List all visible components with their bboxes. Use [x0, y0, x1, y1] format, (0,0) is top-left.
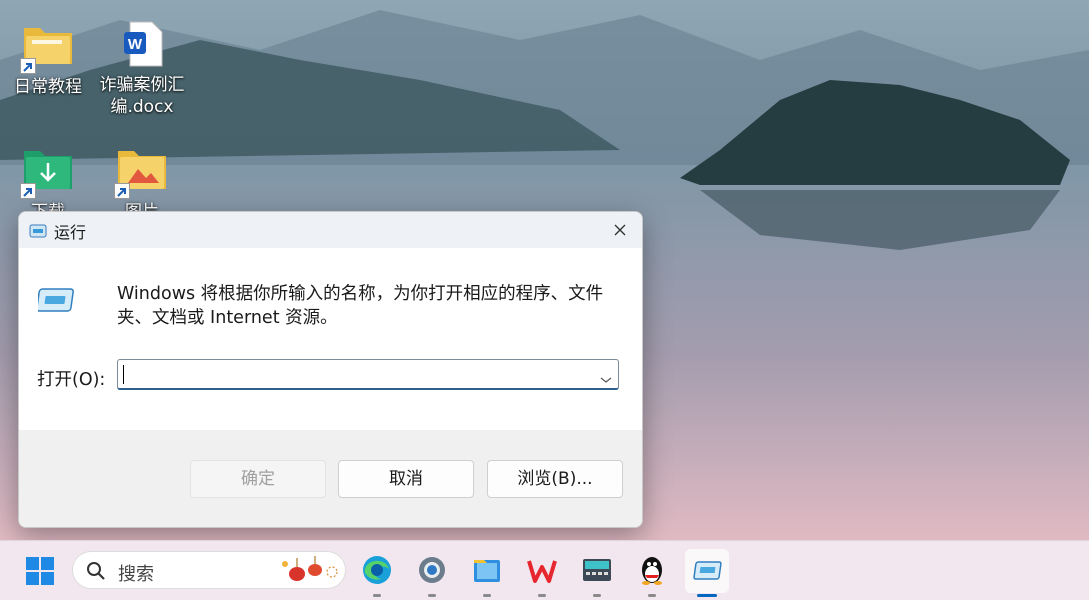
run-dialog: 运行 Windows 将根据你所输入的名称，为你打开相应的程序、文件 夹、文档或…: [18, 211, 643, 528]
desktop-icon-label: 日常教程: [14, 77, 82, 97]
dialog-title: 运行: [54, 223, 87, 242]
edge-icon: [363, 556, 391, 584]
text-caret: [123, 365, 124, 384]
downloads-folder-icon: [20, 147, 74, 199]
taskbar-search[interactable]: 搜索: [72, 551, 346, 589]
taskbar-app-edge[interactable]: [355, 549, 399, 597]
search-icon: [86, 561, 106, 585]
running-indicator: [538, 594, 546, 597]
start-icon: [26, 557, 54, 585]
taskbar-app-wps[interactable]: [520, 549, 564, 597]
folder-shortcut-icon: [20, 22, 74, 74]
running-indicator: [373, 594, 381, 597]
label-line: 诈骗案例汇: [99, 75, 185, 95]
shortcut-arrow-icon: [114, 183, 130, 199]
taskbar-app-file-explorer[interactable]: [465, 549, 509, 597]
dialog-footer: 确定 取消 浏览(B)...: [19, 430, 642, 527]
running-indicator: [593, 594, 601, 597]
close-button[interactable]: [606, 216, 634, 244]
keyboard-app-icon: [583, 559, 611, 581]
start-button[interactable]: [18, 549, 62, 593]
shortcut-arrow-icon: [20, 183, 36, 199]
desktop-icon-label: 诈骗案例汇 编.docx: [97, 74, 187, 118]
taskbar-app-qq[interactable]: [630, 549, 674, 597]
run-icon: [29, 223, 47, 242]
dialog-titlebar[interactable]: 运行: [19, 212, 642, 248]
taskbar-app-keyboard[interactable]: [575, 549, 619, 597]
taskbar-app-run[interactable]: [685, 549, 729, 597]
file-explorer-icon: [474, 560, 500, 582]
running-indicator: [428, 594, 436, 597]
dialog-description: Windows 将根据你所输入的名称，为你打开相应的程序、文件 夹、文档或 In…: [117, 282, 627, 330]
ok-button[interactable]: 确定: [190, 460, 326, 498]
shortcut-arrow-icon: [20, 58, 36, 74]
running-indicator: [483, 594, 491, 597]
wps-icon: [527, 560, 557, 583]
cancel-button[interactable]: 取消: [338, 460, 474, 498]
taskbar-app-settings[interactable]: [410, 549, 454, 597]
svg-text:W: W: [128, 36, 143, 53]
chevron-down-icon[interactable]: [600, 369, 612, 388]
qq-icon: [642, 557, 662, 585]
desktop-icon-daily-tutorial[interactable]: 日常教程: [3, 22, 93, 98]
active-indicator: [697, 594, 717, 597]
taskbar: 搜索: [0, 540, 1089, 600]
search-placeholder: 搜索: [118, 564, 154, 585]
close-icon: [614, 224, 626, 236]
desktop-icon-fraud-cases-doc[interactable]: W 诈骗案例汇 编.docx: [97, 20, 187, 118]
word-document-icon: W: [116, 20, 168, 68]
lantern-decoration-icon: [277, 554, 341, 592]
settings-icon: [419, 557, 445, 583]
browse-button[interactable]: 浏览(B)...: [487, 460, 623, 498]
open-combobox[interactable]: [117, 359, 619, 390]
run-icon: [693, 561, 722, 580]
description-line: 夹、文档或 Internet 资源。: [117, 308, 338, 328]
running-indicator: [648, 594, 656, 597]
pictures-folder-icon: [114, 147, 168, 199]
label-line: 编.docx: [110, 97, 174, 117]
run-program-icon: [36, 286, 76, 318]
open-label: 打开(O):: [37, 370, 106, 390]
dialog-body: Windows 将根据你所输入的名称，为你打开相应的程序、文件 夹、文档或 In…: [19, 248, 642, 430]
description-line: Windows 将根据你所输入的名称，为你打开相应的程序、文件: [117, 284, 604, 304]
